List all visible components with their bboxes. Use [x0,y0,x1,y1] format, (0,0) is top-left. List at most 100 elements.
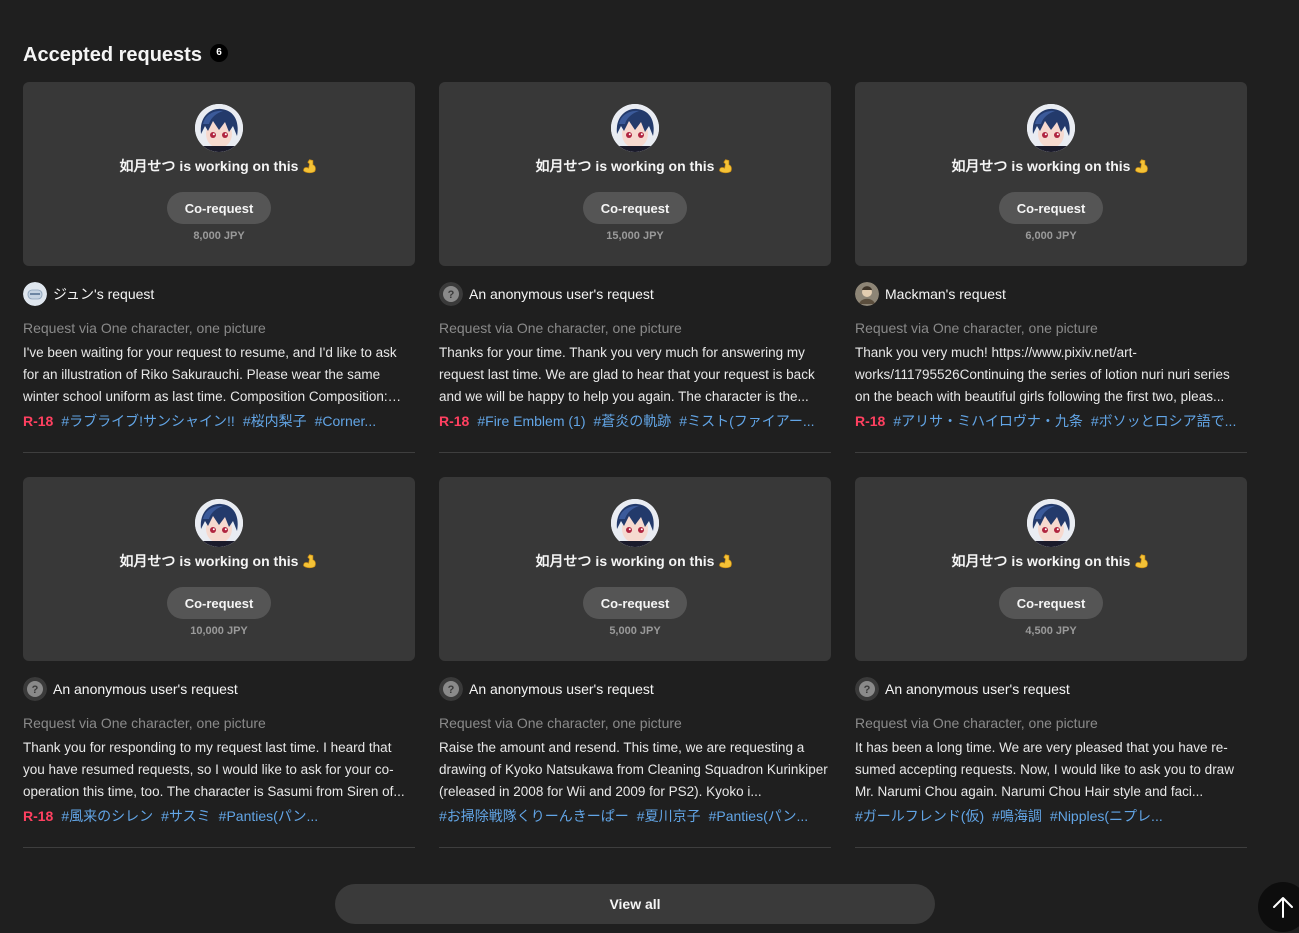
co-request-button[interactable]: Co-request [999,192,1103,224]
tag-link[interactable]: #お掃除戦隊くりーんきーぱー [439,808,629,824]
request-plan: Request via One character, one picture [855,320,1098,336]
request-plan: Request via One character, one picture [439,715,682,731]
requester-name: An anonymous user's request [53,681,238,697]
tag-list: #ガールフレンド(仮) #鳴海調 #Nipples(ニプレ... [855,805,1247,827]
co-request-button[interactable]: Co-request [167,192,271,224]
working-status: 如月せつ is working on this [536,551,735,571]
flexed-biceps-icon [1135,158,1149,173]
tag-link[interactable]: #桜内梨子 [243,413,307,429]
tag-link[interactable]: #ボソッとロシア語で... [1091,413,1236,429]
count-badge: 6 [209,43,228,62]
working-status: 如月せつ is working on this [536,156,735,176]
creator-avatar[interactable] [611,499,659,547]
rating-badge[interactable]: R-18 [439,413,469,429]
requester-info[interactable]: ? An anonymous user's request [439,677,831,701]
requester-info[interactable]: Mackman's request [855,282,1247,306]
request-price: 4,500 JPY [1025,625,1077,637]
requester-info[interactable]: ? An anonymous user's request [855,677,1247,701]
request-plan: Request via One character, one picture [439,320,682,336]
tag-link[interactable]: #Panties(パン... [219,808,319,824]
request-card[interactable]: 如月せつ is working on this Co-request 15,000 … [439,82,831,453]
requester-name: An anonymous user's request [885,681,1070,697]
tag-link[interactable]: #夏川京子 [637,808,701,824]
tag-link[interactable]: #鳴海調 [992,808,1042,824]
request-price: 5,000 JPY [609,625,661,637]
flexed-biceps-icon [719,158,733,173]
tag-link[interactable]: #アリサ・ミハイロヴナ・九条 [893,413,1083,429]
co-request-button[interactable]: Co-request [167,587,271,619]
creator-avatar-illustration [1027,104,1075,152]
request-price: 8,000 JPY [193,230,245,242]
tag-list: R-18 #風来のシレン #サスミ #Panties(パン... [23,805,415,827]
tag-link[interactable]: #サスミ [161,808,211,824]
flexed-biceps-icon [303,553,317,568]
section-title: Accepted requests [23,44,202,66]
creator-avatar-illustration [195,104,243,152]
working-text: 如月せつ is working on this [535,553,715,569]
request-text[interactable]: Thanks for your time. Thank you very muc… [439,342,831,408]
creator-avatar[interactable] [195,499,243,547]
divider [23,452,415,453]
request-price: 15,000 JPY [606,230,664,242]
request-plan: Request via One character, one picture [855,715,1098,731]
creator-avatar-illustration [195,499,243,547]
request-price: 10,000 JPY [190,625,248,637]
working-text: 如月せつ is working on this [951,553,1131,569]
tag-link[interactable]: #Panties(パン... [709,808,809,824]
creator-avatar[interactable] [1027,104,1075,152]
creator-status-panel: 如月せつ is working on this Co-request 5,000 J… [439,477,831,661]
divider [855,452,1247,453]
rating-badge[interactable]: R-18 [23,413,53,429]
request-card[interactable]: 如月せつ is working on this Co-request 8,000 J… [23,82,415,453]
request-card[interactable]: 如月せつ is working on this Co-request 10,000 … [23,477,415,848]
tag-link[interactable]: #Fire Emblem (1) [477,413,585,429]
anonymous-avatar-icon: ? [855,677,879,701]
request-text[interactable]: Thank you very much! https://www.pixiv.n… [855,342,1247,408]
page: Accepted requests 6 如月せつ is working on t… [0,0,1299,933]
tag-link[interactable]: #Nipples(ニプレ... [1050,808,1163,824]
tag-list: R-18 #アリサ・ミハイロヴナ・九条 #ボソッとロシア語で... [855,410,1247,432]
creator-avatar[interactable] [1027,499,1075,547]
rating-badge[interactable]: R-18 [23,808,53,824]
tag-link[interactable]: #蒼炎の軌跡 [594,413,672,429]
request-card[interactable]: 如月せつ is working on this Co-request 4,500 J… [855,477,1247,848]
divider [855,847,1247,848]
creator-avatar[interactable] [195,104,243,152]
tag-link[interactable]: #ガールフレンド(仮) [855,808,984,824]
request-plan: Request via One character, one picture [23,320,266,336]
requester-name: An anonymous user's request [469,681,654,697]
scroll-to-top-button[interactable] [1258,882,1299,932]
request-text[interactable]: It has been a long time. We are very ple… [855,737,1247,803]
request-text[interactable]: Raise the amount and resend. This time, … [439,737,831,803]
tag-list: R-18 #Fire Emblem (1) #蒼炎の軌跡 #ミスト(ファイアー... [439,410,831,432]
view-all-button[interactable]: View all [335,884,935,924]
request-card[interactable]: 如月せつ is working on this Co-request 5,000 J… [439,477,831,848]
tag-link[interactable]: #ラブライブ!サンシャイン!! [61,413,234,429]
flexed-biceps-icon [303,158,317,173]
tag-link[interactable]: #ミスト(ファイアー... [679,413,814,429]
request-text[interactable]: Thank you for responding to my request l… [23,737,415,803]
requester-info[interactable]: ? An anonymous user's request [439,282,831,306]
svg-text:?: ? [32,684,39,696]
tag-link[interactable]: #風来のシレン [61,808,153,824]
anonymous-avatar-icon: ? [439,677,463,701]
tag-list: R-18 #ラブライブ!サンシャイン!! #桜内梨子 #Corner... [23,410,415,432]
divider [439,847,831,848]
creator-status-panel: 如月せつ is working on this Co-request 15,000 … [439,82,831,266]
co-request-button[interactable]: Co-request [999,587,1103,619]
working-text: 如月せつ is working on this [119,158,299,174]
request-card[interactable]: 如月せつ is working on this Co-request 6,000 J… [855,82,1247,453]
creator-status-panel: 如月せつ is working on this Co-request 6,000 J… [855,82,1247,266]
robot-avatar-icon [23,282,47,306]
requester-info[interactable]: ? An anonymous user's request [23,677,415,701]
working-text: 如月せつ is working on this [951,158,1131,174]
rating-badge[interactable]: R-18 [855,413,885,429]
working-status: 如月せつ is working on this [952,551,1151,571]
request-text[interactable]: I've been waiting for your request to re… [23,342,415,408]
flexed-biceps-icon [1135,553,1149,568]
co-request-button[interactable]: Co-request [583,192,687,224]
tag-link[interactable]: #Corner... [315,413,376,429]
requester-info[interactable]: ジュン's request [23,282,415,306]
co-request-button[interactable]: Co-request [583,587,687,619]
creator-avatar[interactable] [611,104,659,152]
